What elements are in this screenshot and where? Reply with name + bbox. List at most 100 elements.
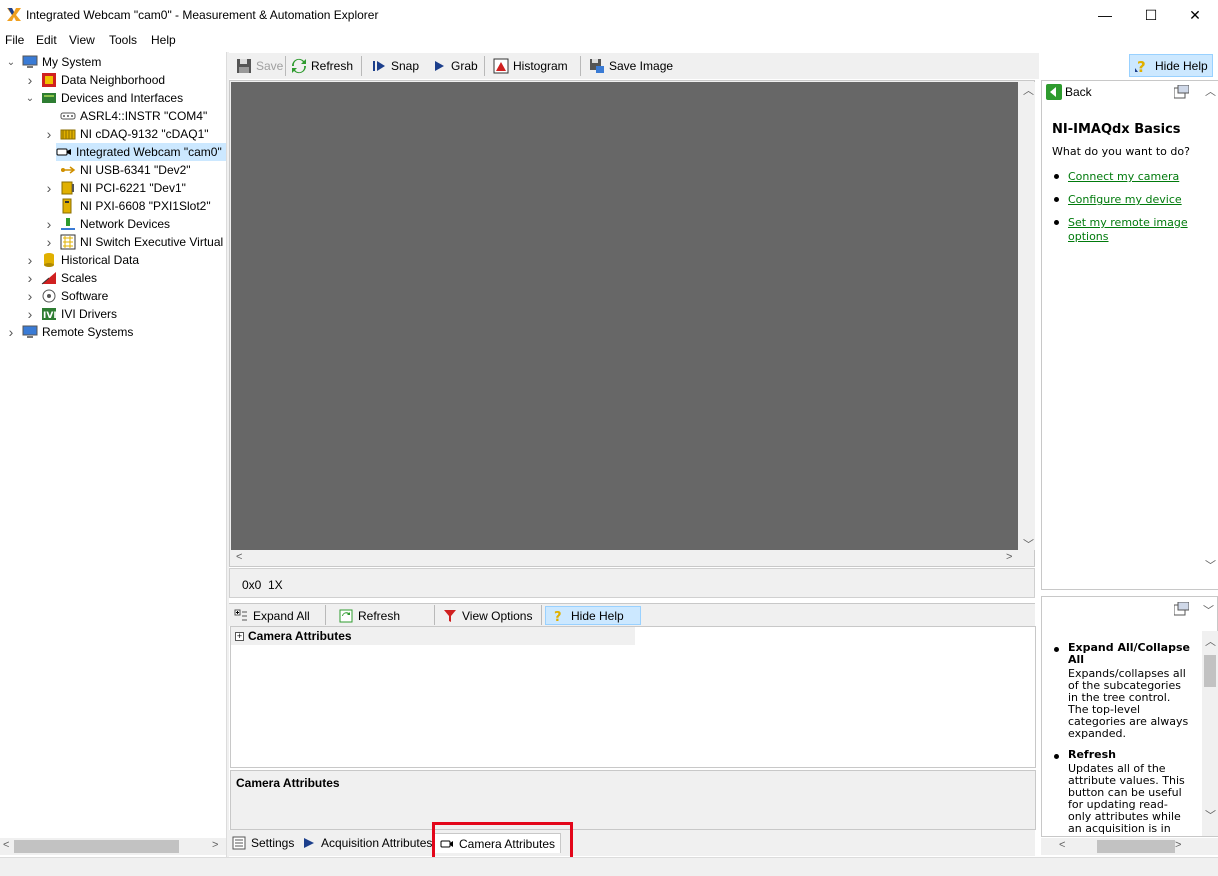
help-bottom-scrollbar[interactable]: ︿ ﹀ (1202, 631, 1218, 836)
tree-item[interactable]: › NI Switch Executive Virtual Devices (44, 233, 226, 251)
chevron-down-icon[interactable]: ⌄ (6, 57, 16, 68)
tree-item[interactable]: › IVI IVI Drivers (25, 305, 117, 323)
help-scroll-thumb[interactable] (1204, 655, 1216, 687)
save-image-button[interactable]: Save Image (589, 56, 673, 76)
view-options-button[interactable]: View Options (443, 606, 532, 625)
tree-item-label: NI PCI-6221 "Dev1" (80, 181, 186, 195)
scroll-up-icon[interactable]: ︿ (1023, 82, 1034, 98)
refresh-label: Refresh (311, 59, 354, 73)
scroll-left-icon[interactable]: < (236, 551, 242, 563)
tree-item[interactable]: NI PXI-6608 "PXI1Slot2" (44, 197, 211, 215)
attributes-refresh-button[interactable]: Refresh (339, 606, 400, 625)
maximize-icon: ☐ (1144, 6, 1158, 23)
bullet (1054, 174, 1059, 179)
toolbar-separator (361, 56, 362, 76)
hide-help-button[interactable]: ? Hide Help (1129, 54, 1213, 77)
refresh-icon (339, 609, 353, 622)
expand-plus-icon[interactable]: + (235, 631, 244, 641)
help-window-icon[interactable] (1174, 85, 1189, 99)
tree-item[interactable]: ASRL4::INSTR "COM4" (44, 107, 207, 125)
tree-item[interactable]: › Remote Systems (6, 323, 134, 341)
tree-item[interactable]: ⌄ Devices and Interfaces (25, 89, 183, 107)
scroll-left-icon[interactable]: < (3, 839, 9, 851)
scroll-up-icon[interactable]: ︿ (1205, 83, 1216, 99)
menu-edit[interactable]: Edit (36, 33, 57, 47)
scroll-right-icon[interactable]: > (212, 839, 218, 851)
scroll-right-icon[interactable]: > (1006, 551, 1012, 563)
tree-item[interactable]: › Scales (25, 269, 97, 287)
snap-button[interactable]: Snap (371, 56, 419, 76)
help-heading: NI-IMAQdx Basics (1052, 122, 1181, 137)
tree-item-label: My System (42, 55, 102, 69)
chevron-down-icon[interactable]: ⌄ (25, 93, 35, 104)
tab-settings[interactable]: Settings (232, 833, 294, 853)
maximize-button[interactable]: ☐ (1128, 0, 1174, 30)
scroll-down-icon[interactable]: ﹀ (1023, 536, 1034, 552)
tree-item[interactable]: › Data Neighborhood (25, 71, 165, 89)
close-button[interactable]: ✕ (1172, 0, 1218, 30)
chevron-right-icon[interactable]: › (6, 324, 16, 340)
menu-file[interactable]: File (5, 33, 24, 47)
back-button[interactable]: Back (1046, 84, 1092, 100)
tree-item[interactable]: ⌄ My System (6, 53, 102, 71)
chevron-down-icon[interactable]: ﹀ (1203, 602, 1214, 618)
tree-item[interactable]: › Historical Data (25, 251, 139, 269)
expand-all-help-text: Expands/collapses all of the subcategori… (1068, 667, 1189, 740)
scroll-left-icon[interactable]: < (1059, 839, 1065, 851)
configure-device-link[interactable]: Configure my device (1068, 193, 1196, 207)
menu-tools[interactable]: Tools (109, 33, 137, 47)
scroll-right-icon[interactable]: > (1175, 839, 1181, 851)
chevron-right-icon[interactable]: › (44, 126, 54, 142)
refresh-button[interactable]: Refresh (291, 56, 353, 76)
camera-attributes-category[interactable]: + Camera Attributes (231, 627, 635, 645)
minimize-button[interactable]: — (1082, 0, 1128, 30)
tree-item[interactable]: NI USB-6341 "Dev2" (44, 161, 191, 179)
tree-horizontal-scrollbar[interactable]: < > (0, 838, 226, 855)
save-label: Save (256, 59, 284, 73)
tab-acquisition-attributes[interactable]: Acquisition Attributes (302, 833, 432, 853)
software-icon (42, 289, 56, 303)
chevron-right-icon[interactable]: › (25, 72, 35, 88)
scroll-down-icon[interactable]: ﹀ (1205, 807, 1216, 823)
expand-all-button[interactable]: Expand All (234, 606, 310, 625)
attribute-description-title: Camera Attributes (236, 776, 340, 790)
serial-port-icon (60, 112, 76, 120)
viewer-horizontal-scrollbar[interactable]: < > (231, 551, 1018, 566)
help-question-icon: ? (554, 610, 562, 623)
menu-help[interactable]: Help (151, 33, 176, 47)
tree-item[interactable]: › Software (25, 287, 109, 305)
chevron-right-icon[interactable]: › (25, 252, 35, 268)
remote-image-options-link[interactable]: Set my remote image options (1068, 216, 1196, 244)
refresh-help-text: Updates all of the attribute values. Thi… (1068, 762, 1185, 835)
floppy-disk-icon (237, 59, 251, 73)
bullet (1054, 197, 1059, 202)
grab-button[interactable]: Grab (431, 56, 478, 76)
attributes-hide-help-button[interactable]: ? Hide Help (545, 606, 641, 625)
help-horizontal-scrollbar[interactable]: < > (1041, 838, 1218, 855)
tree-item-label: NI cDAQ-9132 "cDAQ1" (80, 127, 209, 141)
connect-camera-link[interactable]: Connect my camera (1068, 170, 1196, 184)
chevron-right-icon[interactable]: › (25, 288, 35, 304)
tree-item[interactable]: › Network Devices (44, 215, 170, 233)
chevron-right-icon[interactable]: › (44, 234, 54, 250)
tree-item[interactable]: › NI cDAQ-9132 "cDAQ1" (44, 125, 209, 143)
help-hscroll-thumb[interactable] (1097, 840, 1175, 853)
help-vertical-scrollbar[interactable]: ︿ ﹀ (1202, 81, 1218, 589)
save-button[interactable]: Save (236, 56, 283, 76)
tree-scroll-thumb[interactable] (14, 840, 179, 853)
chevron-right-icon[interactable]: › (25, 270, 35, 286)
menu-view[interactable]: View (69, 33, 95, 47)
tree-item[interactable]: › NI PCI-6221 "Dev1" (44, 179, 186, 197)
viewer-vertical-scrollbar[interactable]: ︿ ﹀ (1020, 82, 1035, 552)
histogram-button[interactable]: Histogram (493, 56, 568, 76)
chevron-right-icon[interactable]: › (44, 180, 54, 196)
help-window-icon[interactable] (1174, 602, 1189, 616)
image-canvas[interactable] (231, 82, 1018, 550)
scroll-up-icon[interactable]: ︿ (1205, 633, 1216, 649)
settings-list-icon (232, 836, 246, 850)
scroll-down-icon[interactable]: ﹀ (1205, 557, 1216, 573)
tree-item[interactable]: Integrated Webcam "cam0" (56, 143, 226, 161)
chevron-right-icon[interactable]: › (44, 216, 54, 232)
chevron-right-icon[interactable]: › (25, 306, 35, 322)
